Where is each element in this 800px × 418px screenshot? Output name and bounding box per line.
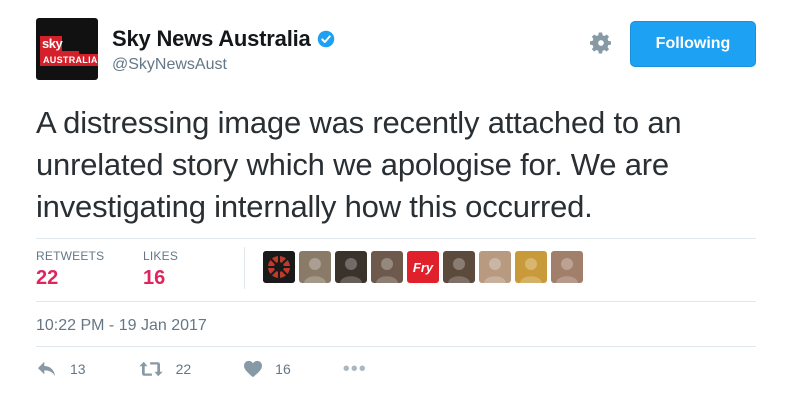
avatar-sunburst-icon[interactable] <box>263 251 295 283</box>
likes-label: LIKES <box>143 249 179 263</box>
avatar-photo-icon[interactable] <box>335 251 367 283</box>
following-button[interactable]: Following <box>630 21 756 67</box>
reply-button[interactable]: 13 <box>36 360 86 378</box>
avatar-photo-icon[interactable] <box>299 251 331 283</box>
sunburst-icon <box>263 251 295 283</box>
divider <box>36 301 756 302</box>
more-options-icon[interactable]: ••• <box>343 359 367 379</box>
avatar-photo-icon[interactable] <box>479 251 511 283</box>
tweet-text: A distressing image was recently attache… <box>36 105 682 224</box>
stats-divider <box>244 247 245 289</box>
liker-logo-text: Fry <box>412 259 434 275</box>
account-name[interactable]: Sky News Australia <box>112 26 311 52</box>
avatar-photo-icon[interactable] <box>371 251 403 283</box>
likes-stat[interactable]: LIKES 16 <box>143 249 178 290</box>
person-silhouette-icon <box>484 258 506 283</box>
divider <box>36 346 756 347</box>
retweets-stat[interactable]: RETWEETS 22 <box>36 249 104 290</box>
avatar-photo-icon[interactable] <box>443 251 475 283</box>
avatar-illustration-icon[interactable] <box>515 251 547 283</box>
logo-text-bottom: AUSTRALIA <box>40 54 98 66</box>
retweet-icon <box>138 361 163 377</box>
verified-badge-icon <box>317 30 334 48</box>
person-silhouette-icon <box>448 258 470 283</box>
divider <box>36 238 756 239</box>
heart-icon <box>244 360 263 378</box>
reply-icon <box>38 361 56 377</box>
person-silhouette-icon <box>520 258 542 283</box>
account-info: Sky News Australia @SkyNewsAust <box>112 26 335 74</box>
person-silhouette-icon <box>340 258 362 283</box>
account-handle[interactable]: @SkyNewsAust <box>112 56 335 74</box>
retweets-count: 22 <box>36 267 59 289</box>
retweet-button[interactable]: 22 <box>138 360 192 378</box>
tweet-timestamp: 10:22 PM - 19 Jan 2017 <box>36 317 207 334</box>
retweet-count: 22 <box>175 361 192 377</box>
retweets-label: RETWEETS <box>36 249 105 263</box>
like-count: 16 <box>275 361 291 377</box>
account-avatar[interactable]: sky NEWS AUSTRALIA <box>36 18 98 80</box>
person-silhouette-icon <box>376 258 398 283</box>
reply-count: 13 <box>70 361 86 377</box>
tweet-actions: 13 22 16 ••• <box>36 359 367 379</box>
like-button[interactable]: 16 <box>243 360 291 378</box>
avatar-photo-icon[interactable] <box>551 251 583 283</box>
person-silhouette-icon <box>556 258 578 283</box>
likers-avatars: Fry <box>263 251 583 283</box>
likes-count: 16 <box>143 267 166 289</box>
person-silhouette-icon <box>304 258 326 283</box>
gear-icon[interactable] <box>588 30 614 56</box>
avatar-fry-logo-icon[interactable]: Fry <box>407 251 439 283</box>
